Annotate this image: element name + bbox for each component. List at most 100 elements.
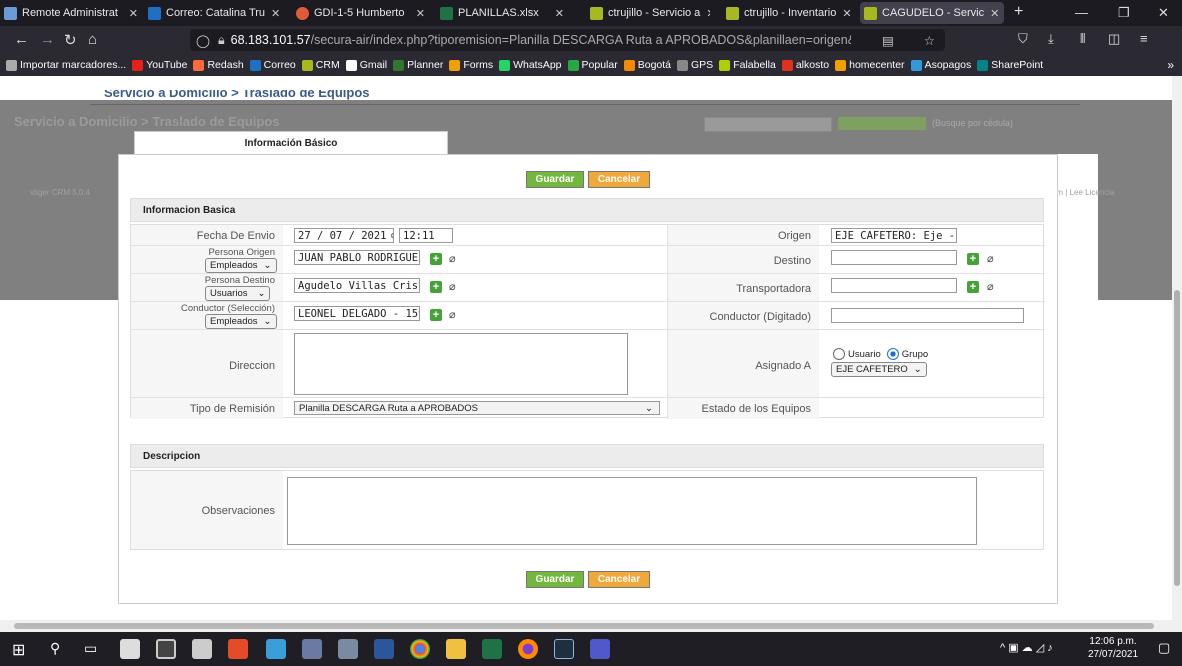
tab-informacion-basico[interactable]: Información Básico xyxy=(134,131,448,154)
scroll-thumb[interactable] xyxy=(1174,290,1180,586)
bookmark-item[interactable]: GPS xyxy=(677,59,713,71)
cancel-button-top[interactable]: Cancelar xyxy=(588,171,650,188)
firefox-icon[interactable] xyxy=(518,639,538,659)
conductor-digitado-input[interactable] xyxy=(831,308,1024,323)
window-close-icon[interactable]: ✕ xyxy=(1158,5,1169,21)
back-arrow-icon[interactable]: ← xyxy=(14,31,29,48)
calendar-icon[interactable] xyxy=(192,639,212,659)
close-icon[interactable]: ✕ xyxy=(984,7,1004,20)
bookmark-item[interactable]: Planner xyxy=(393,59,443,71)
bookmark-item[interactable]: homecenter xyxy=(835,59,905,71)
hscroll-thumb[interactable] xyxy=(14,623,1154,629)
add-conductor-icon[interactable]: + xyxy=(430,309,442,321)
anydesk-icon[interactable] xyxy=(228,639,248,659)
bookmark-item[interactable]: alkosto xyxy=(781,59,829,71)
search-icon[interactable]: ⚲ xyxy=(50,640,60,657)
transportadora-input[interactable] xyxy=(831,278,957,293)
excel-icon[interactable] xyxy=(482,639,502,659)
minimize-icon[interactable]: — xyxy=(1075,5,1088,20)
bookmark-item[interactable]: Redash xyxy=(193,59,244,71)
pocket-icon[interactable]: ⛉ xyxy=(1018,31,1028,47)
persona-origen-type-select[interactable]: Empleados ⌄ xyxy=(205,258,277,273)
add-persona-destino-icon[interactable]: + xyxy=(430,281,442,293)
tab-cagudelo[interactable]: CAGUDELO - Servic ✕ xyxy=(860,2,1004,24)
persona-destino-type-select[interactable]: Usuarios ⌄ xyxy=(205,286,271,301)
clear-persona-origen-icon[interactable]: ⌀ xyxy=(449,253,461,265)
bookmark-item[interactable]: Bogotá xyxy=(623,59,671,71)
close-icon[interactable]: ✕ xyxy=(123,7,144,20)
bookmark-item[interactable]: Correo xyxy=(249,59,296,71)
cancel-button-bottom[interactable]: Cancelar xyxy=(588,571,650,588)
tab-correo[interactable]: Correo: Catalina Tru ✕ xyxy=(148,2,283,24)
observaciones-textarea[interactable] xyxy=(287,477,977,545)
clear-persona-destino-icon[interactable]: ⌀ xyxy=(449,281,461,293)
radio-grupo[interactable] xyxy=(886,348,899,360)
bookmark-item[interactable]: Falabella xyxy=(719,59,776,71)
bookmark-item[interactable]: SharePoint xyxy=(977,59,1043,71)
close-icon[interactable]: ✕ xyxy=(549,7,570,20)
forward-arrow-icon[interactable]: → xyxy=(40,31,55,48)
tab-remote-administrator[interactable]: Remote Administrat ✕ xyxy=(4,2,144,24)
menu-icon[interactable]: ≡ xyxy=(1140,31,1148,46)
conductor-seleccion-input[interactable]: LEONEL DELGADO - 1592 xyxy=(294,306,420,321)
restore-icon[interactable]: ❐ xyxy=(1118,5,1130,21)
persona-origen-input[interactable]: JUAN PABLO RODRIGUEZ xyxy=(294,250,420,265)
bookmark-item[interactable]: CRM xyxy=(301,59,340,71)
tab-gdi[interactable]: GDI-1-5 Humberto ✕ xyxy=(296,2,431,24)
tray-icons[interactable]: ^ ▣ ☁ ◿ ♪ xyxy=(1000,641,1053,654)
clear-destino-icon[interactable]: ⌀ xyxy=(987,253,999,265)
word-icon[interactable] xyxy=(374,639,394,659)
close-icon[interactable]: ✕ xyxy=(836,7,854,20)
new-tab-icon[interactable]: + xyxy=(1014,3,1023,21)
conductor-type-select[interactable]: Empleados ⌄ xyxy=(205,314,277,329)
camera-icon[interactable] xyxy=(156,639,176,659)
more-bookmarks-icon[interactable]: » xyxy=(1167,58,1174,72)
task-view-icon[interactable]: ▭ xyxy=(84,640,97,657)
tab-ctrujillo-servicio[interactable]: ctrujillo - Servicio a✕ xyxy=(590,2,710,24)
close-icon[interactable]: ✕ xyxy=(700,7,710,20)
add-persona-origen-icon[interactable]: + xyxy=(430,253,442,265)
bookmark-item[interactable]: Importar marcadores... xyxy=(6,59,126,71)
add-destino-icon[interactable]: + xyxy=(967,253,979,265)
fecha-envio-input[interactable]: 27 / 07 / 2021⊗ xyxy=(294,228,394,243)
lightroom-icon[interactable] xyxy=(554,639,574,659)
save-button-bottom[interactable]: Guardar xyxy=(526,571,584,588)
app-icon[interactable] xyxy=(266,639,286,659)
notification-icon[interactable]: ▢ xyxy=(1158,640,1170,656)
vertical-scrollbar[interactable] xyxy=(1172,76,1182,620)
file-explorer-icon[interactable] xyxy=(446,639,466,659)
url-bar[interactable]: ◯ 🔒︎ 68.183.101.57/secura-air/index.php?… xyxy=(190,29,945,51)
origen-input[interactable]: EJE CAFETERO: Eje - Do xyxy=(831,228,957,243)
windows-start-icon[interactable]: ⊞ xyxy=(12,640,25,660)
app-icon-2[interactable] xyxy=(302,639,322,659)
destino-input[interactable] xyxy=(831,250,957,265)
sidebar-icon[interactable]: ◫ xyxy=(1108,31,1120,47)
clear-conductor-icon[interactable]: ⌀ xyxy=(449,309,461,321)
bookmark-item[interactable]: Forms xyxy=(449,59,493,71)
app-icon-3[interactable] xyxy=(338,639,358,659)
tab-planillas[interactable]: PLANILLAS.xlsx ✕ xyxy=(440,2,570,24)
bookmark-item[interactable]: Asopagos xyxy=(910,59,971,71)
star-icon[interactable]: ☆ xyxy=(924,33,935,48)
download-icon[interactable]: ⤓ xyxy=(1048,31,1054,47)
bookmark-item[interactable]: Popular xyxy=(567,59,618,71)
add-transportadora-icon[interactable]: + xyxy=(967,281,979,293)
teams-icon[interactable] xyxy=(590,639,610,659)
radio-usuario[interactable] xyxy=(833,348,845,360)
tab-ctrujillo-inventario[interactable]: ctrujillo - Inventario ✕ xyxy=(726,2,854,24)
chrome-icon[interactable] xyxy=(410,639,430,659)
bookmark-item[interactable]: Gmail xyxy=(345,59,387,71)
save-button-top[interactable]: Guardar xyxy=(526,171,584,188)
library-icon[interactable]: ⫴ xyxy=(1080,31,1085,47)
direccion-textarea[interactable] xyxy=(294,333,628,395)
persona-destino-input[interactable]: Agudelo Villas Cristian D: xyxy=(294,278,420,293)
close-icon[interactable]: ✕ xyxy=(410,7,431,20)
bookmark-item[interactable]: WhatsApp xyxy=(499,59,562,71)
group-select[interactable]: EJE CAFETERO ⌄ xyxy=(831,362,927,377)
close-icon[interactable]: ✕ xyxy=(265,7,283,20)
clear-transportadora-icon[interactable]: ⌀ xyxy=(987,281,999,293)
home-icon[interactable]: ⌂ xyxy=(88,31,97,48)
horizontal-scrollbar[interactable] xyxy=(0,620,1182,632)
clock[interactable]: 12:06 p.m. 27/07/2021 xyxy=(1088,635,1138,661)
clear-date-icon[interactable]: ⊗ xyxy=(391,230,393,242)
